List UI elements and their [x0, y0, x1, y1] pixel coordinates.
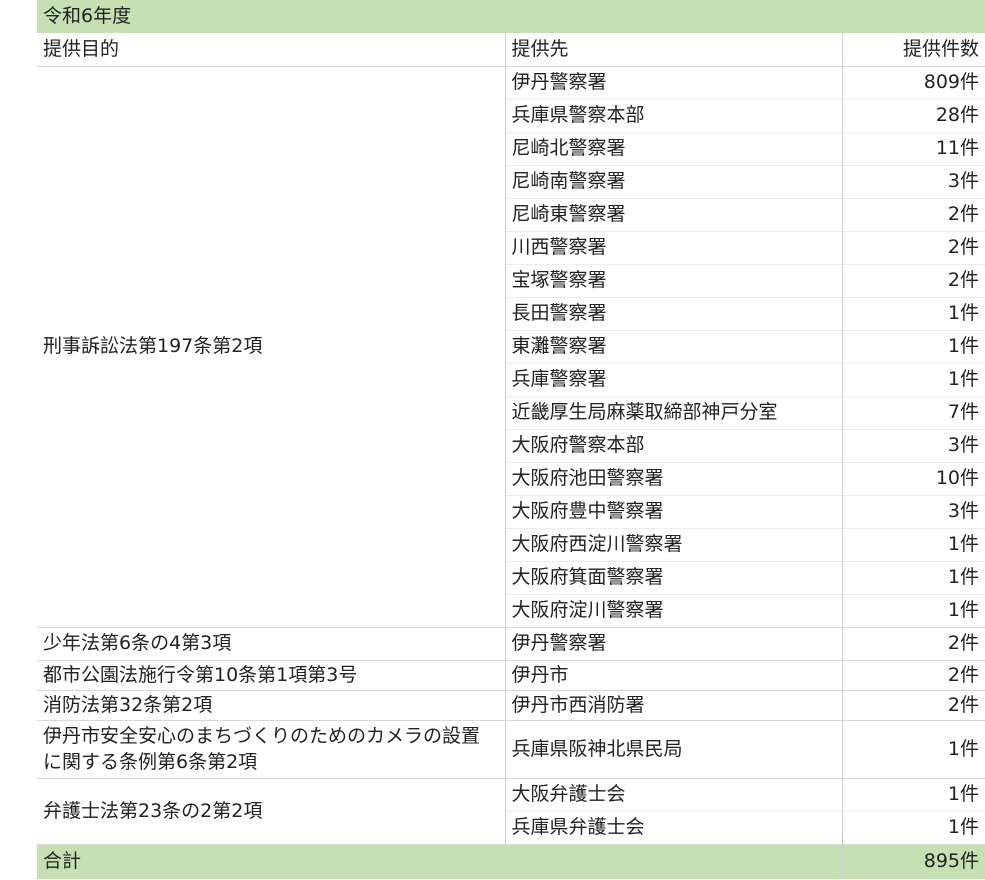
- count-cell: 1件: [841, 778, 985, 812]
- count-cell: 2件: [841, 198, 985, 232]
- count-cell: 1件: [841, 297, 985, 331]
- recipient-cell: 大阪弁護士会: [504, 778, 842, 812]
- recipient-cell: 兵庫県阪神北県民局: [504, 720, 842, 779]
- header-purpose: 提供目的: [43, 37, 120, 60]
- count-cell: 1件: [841, 330, 985, 364]
- count-cell: 3件: [841, 429, 985, 463]
- purpose-cell: 都市公園法施行令第10条第1項第3号: [37, 660, 505, 691]
- recipient-cell: 尼崎北警察署: [504, 132, 842, 166]
- recipient-cell: 伊丹警察署: [504, 66, 842, 100]
- recipient-cell: 尼崎南警察署: [504, 165, 842, 199]
- count-cell: 809件: [841, 66, 985, 100]
- recipient-cell: 伊丹市西消防署: [504, 690, 842, 721]
- table-row: 弁護士法第23条の2第2項 大阪弁護士会 1件: [37, 778, 985, 845]
- header-recipient: 提供先: [504, 33, 842, 67]
- recipient-cell: 宝塚警察署: [504, 264, 842, 298]
- total-row: 合計 895件: [37, 844, 985, 879]
- purpose-cell: 弁護士法第23条の2第2項: [37, 778, 505, 845]
- total-label: 合計: [37, 844, 842, 879]
- recipient-cell: 東灘警察署: [504, 330, 842, 364]
- count-cell: 3件: [841, 165, 985, 199]
- recipient-cell: 大阪府池田警察署: [504, 462, 842, 496]
- count-cell: 2件: [841, 660, 985, 691]
- count-cell: 28件: [841, 99, 985, 133]
- count-cell: 1件: [841, 594, 985, 628]
- purpose-cell: 刑事訴訟法第197条第2項: [37, 66, 505, 628]
- recipient-cell: 川西警察署: [504, 231, 842, 265]
- provision-table-sheet: 令和6年度 提供目的 提供先 提供件数 刑事訴訟法第197条第2項 伊丹警察署 80…: [37, 0, 985, 879]
- purpose-cell: 消防法第32条第2項: [37, 690, 505, 721]
- table-row: 伊丹市安全安心のまちづくりのためのカメラの設置に関する条例第6条第2項 兵庫県阪神…: [37, 720, 985, 779]
- recipient-cell: 大阪府豊中警察署: [504, 495, 842, 529]
- recipient-cell: 伊丹警察署: [504, 627, 842, 661]
- table-row: 都市公園法施行令第10条第1項第3号 伊丹市 2件: [37, 660, 985, 691]
- count-cell: 2件: [841, 231, 985, 265]
- purpose-cell: 少年法第6条の4第3項: [37, 627, 505, 661]
- header-row: 提供目的 提供先 提供件数: [37, 33, 985, 67]
- recipient-cell: 大阪府箕面警察署: [504, 561, 842, 595]
- count-cell: 2件: [841, 627, 985, 661]
- count-cell: 2件: [841, 690, 985, 721]
- year-row: 令和6年度: [37, 0, 985, 33]
- recipient-cell: 大阪府淀川警察署: [504, 594, 842, 628]
- recipient-cell: 兵庫警察署: [504, 363, 842, 397]
- count-cell: 2件: [841, 264, 985, 298]
- count-cell: 11件: [841, 132, 985, 166]
- count-cell: 3件: [841, 495, 985, 529]
- count-cell: 7件: [841, 396, 985, 430]
- count-cell: 1件: [841, 561, 985, 595]
- recipient-cell: 近畿厚生局麻薬取締部神戸分室: [504, 396, 842, 430]
- recipient-cell: 兵庫県弁護士会: [504, 811, 842, 845]
- recipient-cell: 尼崎東警察署: [504, 198, 842, 232]
- provision-table: 令和6年度 提供目的 提供先 提供件数 刑事訴訟法第197条第2項 伊丹警察署 80…: [37, 0, 985, 879]
- count-cell: 1件: [841, 720, 985, 779]
- recipient-cell: 大阪府西淀川警察署: [504, 528, 842, 562]
- header-count: 提供件数: [841, 33, 985, 67]
- total-count: 895件: [842, 844, 985, 879]
- recipient-cell: 兵庫県警察本部: [504, 99, 842, 133]
- count-cell: 1件: [841, 528, 985, 562]
- table-row: 刑事訴訟法第197条第2項 伊丹警察署 809件: [37, 66, 985, 628]
- purpose-cell: 伊丹市安全安心のまちづくりのためのカメラの設置に関する条例第6条第2項: [37, 720, 505, 779]
- table-row: 消防法第32条第2項 伊丹市西消防署 2件: [37, 690, 985, 721]
- count-cell: 1件: [841, 363, 985, 397]
- year-label: 令和6年度: [37, 0, 985, 33]
- count-cell: 1件: [841, 811, 985, 845]
- table-row: 少年法第6条の4第3項 伊丹警察署 2件: [37, 627, 985, 661]
- recipient-cell: 長田警察署: [504, 297, 842, 331]
- recipient-cell: 大阪府警察本部: [504, 429, 842, 463]
- count-cell: 10件: [841, 462, 985, 496]
- recipient-cell: 伊丹市: [504, 660, 842, 691]
